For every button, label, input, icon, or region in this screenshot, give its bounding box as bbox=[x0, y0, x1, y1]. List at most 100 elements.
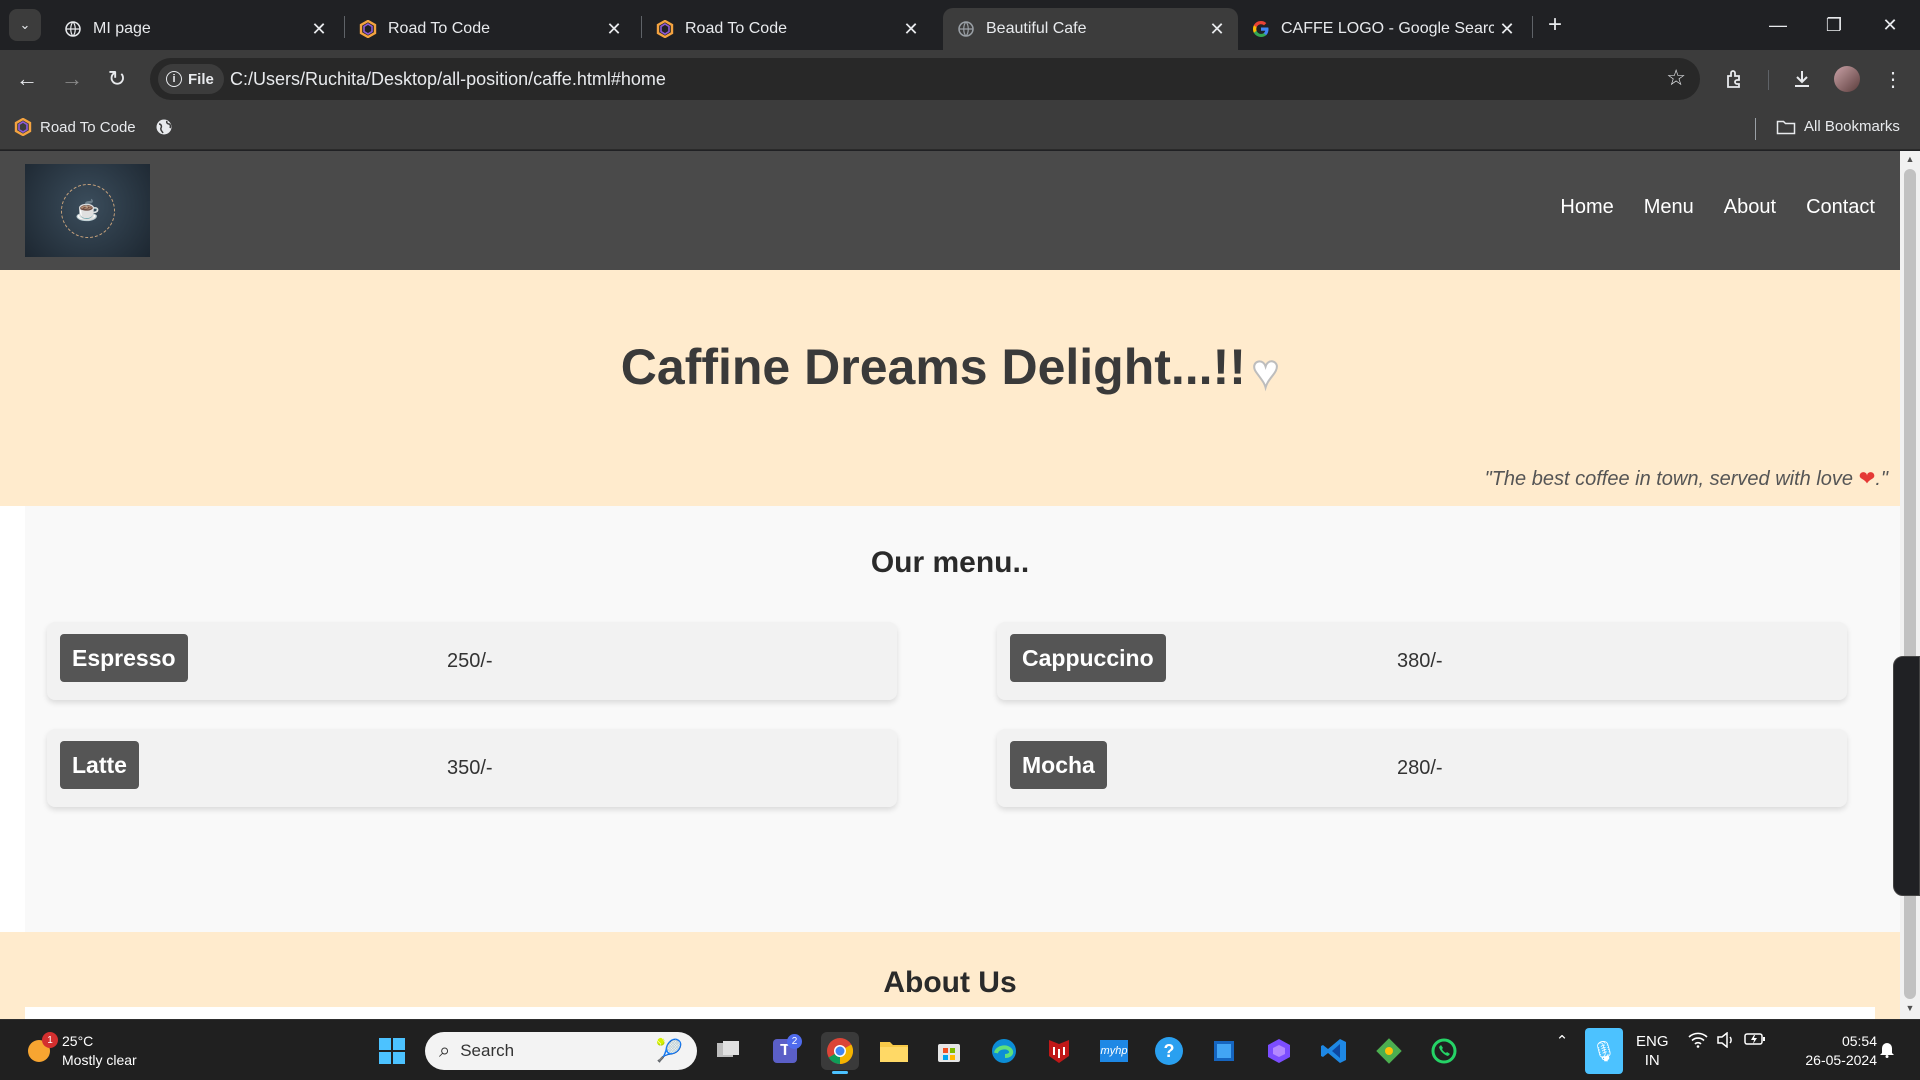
about-panel bbox=[25, 1007, 1875, 1019]
restore-button[interactable]: ❐ bbox=[1806, 0, 1862, 50]
close-icon[interactable]: ✕ bbox=[306, 19, 332, 40]
menu-item-price: 380/- bbox=[1397, 650, 1443, 672]
tab-title: Beautiful Cafe bbox=[986, 20, 1087, 37]
tab-road-to-code-2[interactable]: Road To Code ✕ bbox=[642, 8, 932, 50]
close-window-button[interactable]: ✕ bbox=[1862, 0, 1918, 50]
side-panel-handle[interactable] bbox=[1893, 656, 1920, 896]
weather-widget[interactable]: 1 25°C Mostly clear bbox=[24, 1032, 137, 1070]
globe-icon bbox=[64, 20, 82, 38]
windows-app-icon[interactable] bbox=[1205, 1032, 1243, 1070]
chrome-icon[interactable] bbox=[821, 1032, 859, 1074]
menu-item-name: Latte bbox=[60, 741, 139, 789]
toolbar-separator bbox=[1768, 70, 1769, 90]
bookmark-star-icon[interactable]: ☆ bbox=[1666, 65, 1686, 91]
info-icon: i bbox=[166, 71, 182, 87]
restore-icon: ❐ bbox=[1825, 14, 1843, 35]
tab-mi-page[interactable]: MI page ✕ bbox=[50, 8, 340, 50]
close-icon[interactable]: ✕ bbox=[1204, 19, 1230, 40]
tab-title: Road To Code bbox=[388, 20, 490, 37]
menu-item-price: 280/- bbox=[1397, 757, 1443, 779]
menu-kebab-icon[interactable]: ⋮ bbox=[1876, 62, 1910, 96]
lang-bottom: IN bbox=[1644, 1052, 1660, 1069]
bookmark-label: Road To Code bbox=[40, 118, 136, 136]
close-icon[interactable]: ✕ bbox=[1494, 19, 1520, 40]
about-heading: About Us bbox=[883, 966, 1017, 999]
folder-icon bbox=[1776, 119, 1796, 135]
download-icon[interactable] bbox=[1785, 62, 1819, 96]
site-nav: Home Menu About Contact bbox=[1560, 196, 1875, 219]
tab-title: CAFFE LOGO - Google Search bbox=[1281, 20, 1494, 37]
file-explorer-icon[interactable] bbox=[875, 1032, 913, 1070]
menu-item-price: 350/- bbox=[447, 757, 493, 779]
nav-contact-link[interactable]: Contact bbox=[1806, 196, 1875, 219]
mcafee-icon[interactable] bbox=[1040, 1032, 1078, 1070]
microphone-icon[interactable]: 🎙 bbox=[1585, 1028, 1623, 1074]
menu-item-card: Cappuccino 380/- bbox=[997, 622, 1847, 700]
tab-beautiful-cafe[interactable]: Beautiful Cafe ✕ bbox=[943, 8, 1238, 50]
nav-about-link[interactable]: About bbox=[1724, 196, 1776, 219]
task-view-icon[interactable] bbox=[710, 1032, 748, 1070]
profile-avatar[interactable] bbox=[1830, 62, 1864, 96]
microsoft-store-icon[interactable] bbox=[930, 1032, 968, 1070]
plus-icon: + bbox=[1547, 11, 1562, 38]
scroll-down-icon[interactable]: ▼ bbox=[1904, 1003, 1916, 1013]
search-icon: ⌕ bbox=[439, 1039, 451, 1062]
git-icon[interactable] bbox=[1370, 1032, 1408, 1070]
avatar bbox=[1834, 66, 1860, 92]
cafe-logo[interactable]: ☕ bbox=[25, 164, 150, 257]
scroll-up-icon[interactable]: ▲ bbox=[1904, 154, 1916, 164]
minimize-icon: — bbox=[1769, 14, 1787, 35]
system-clock[interactable]: 05:54 26-05-2024 bbox=[1787, 1032, 1877, 1070]
edge-icon[interactable] bbox=[985, 1032, 1023, 1070]
start-button[interactable] bbox=[373, 1032, 411, 1070]
get-help-icon[interactable]: ? bbox=[1150, 1032, 1188, 1070]
extensions-icon[interactable] bbox=[1718, 62, 1752, 96]
wifi-icon[interactable] bbox=[1685, 1032, 1711, 1048]
bookmark-road-to-code[interactable]: Road To Code bbox=[14, 118, 136, 136]
menu-item-name: Mocha bbox=[1010, 741, 1107, 789]
myhp-icon[interactable]: myhp bbox=[1095, 1032, 1133, 1070]
taskbar-search-box[interactable]: ⌕ Search 🎾 bbox=[425, 1032, 697, 1070]
browser-window: ⌄ MI page ✕ Road To Code ✕ Road To Code … bbox=[0, 0, 1920, 1019]
tab-google-search[interactable]: CAFFE LOGO - Google Search ✕ bbox=[1238, 8, 1528, 50]
nav-home-link[interactable]: Home bbox=[1560, 196, 1613, 219]
weather-desc: Mostly clear bbox=[62, 1052, 137, 1068]
bookmark-globe[interactable] bbox=[155, 118, 173, 136]
notification-bell-icon[interactable] bbox=[1875, 1040, 1899, 1058]
url-text[interactable]: C:/Users/Ruchita/Desktop/all-position/ca… bbox=[230, 69, 666, 90]
menu-item-card: Latte 350/- bbox=[47, 729, 897, 807]
tagline-text-end: ." bbox=[1875, 468, 1888, 490]
teams-icon[interactable]: T2 bbox=[766, 1032, 804, 1070]
hero-title-text: Caffine Dreams Delight...!! bbox=[620, 339, 1246, 395]
vscode-icon[interactable] bbox=[1315, 1032, 1353, 1070]
all-bookmarks-button[interactable]: All Bookmarks bbox=[1776, 118, 1900, 135]
globe-icon bbox=[155, 118, 173, 136]
close-icon[interactable]: ✕ bbox=[898, 19, 924, 40]
tab-search-button[interactable]: ⌄ bbox=[9, 9, 41, 41]
taskbar: 1 25°C Mostly clear ⌕ Search 🎾 T2 myhp ?… bbox=[0, 1019, 1920, 1080]
weather-badge: 1 bbox=[42, 1032, 58, 1048]
tray-overflow-icon[interactable]: ⌃ bbox=[1550, 1032, 1574, 1050]
back-button[interactable]: ← bbox=[10, 62, 44, 96]
forward-button[interactable]: → bbox=[55, 62, 89, 96]
teams-badge: 2 bbox=[787, 1034, 802, 1049]
reload-button[interactable]: ↻ bbox=[100, 62, 134, 96]
battery-icon[interactable] bbox=[1742, 1032, 1768, 1046]
page-viewport: ☕ Home Menu About Contact Caffine Dreams… bbox=[0, 151, 1900, 1019]
volume-icon[interactable] bbox=[1713, 1032, 1739, 1048]
tagline: "The best coffee in town, served with lo… bbox=[1485, 466, 1888, 491]
white-heart-icon: ♥ bbox=[1251, 344, 1280, 398]
minimize-button[interactable]: — bbox=[1750, 0, 1806, 50]
tab-road-to-code-1[interactable]: Road To Code ✕ bbox=[345, 8, 635, 50]
new-tab-button[interactable]: + bbox=[1540, 10, 1570, 40]
whatsapp-icon[interactable] bbox=[1425, 1032, 1463, 1070]
language-indicator[interactable]: ENG IN bbox=[1636, 1032, 1669, 1070]
close-icon[interactable]: ✕ bbox=[601, 19, 627, 40]
copilot-icon[interactable] bbox=[1260, 1032, 1298, 1070]
arrow-left-icon: ← bbox=[16, 66, 38, 91]
site-info-chip[interactable]: i File bbox=[158, 64, 224, 94]
nav-menu-link[interactable]: Menu bbox=[1644, 196, 1694, 219]
address-bar[interactable]: i File C:/Users/Ruchita/Desktop/all-posi… bbox=[150, 58, 1700, 100]
hero-section: Caffine Dreams Delight...!! ♥ "The best c… bbox=[0, 270, 1900, 506]
tab-separator bbox=[1532, 16, 1533, 38]
